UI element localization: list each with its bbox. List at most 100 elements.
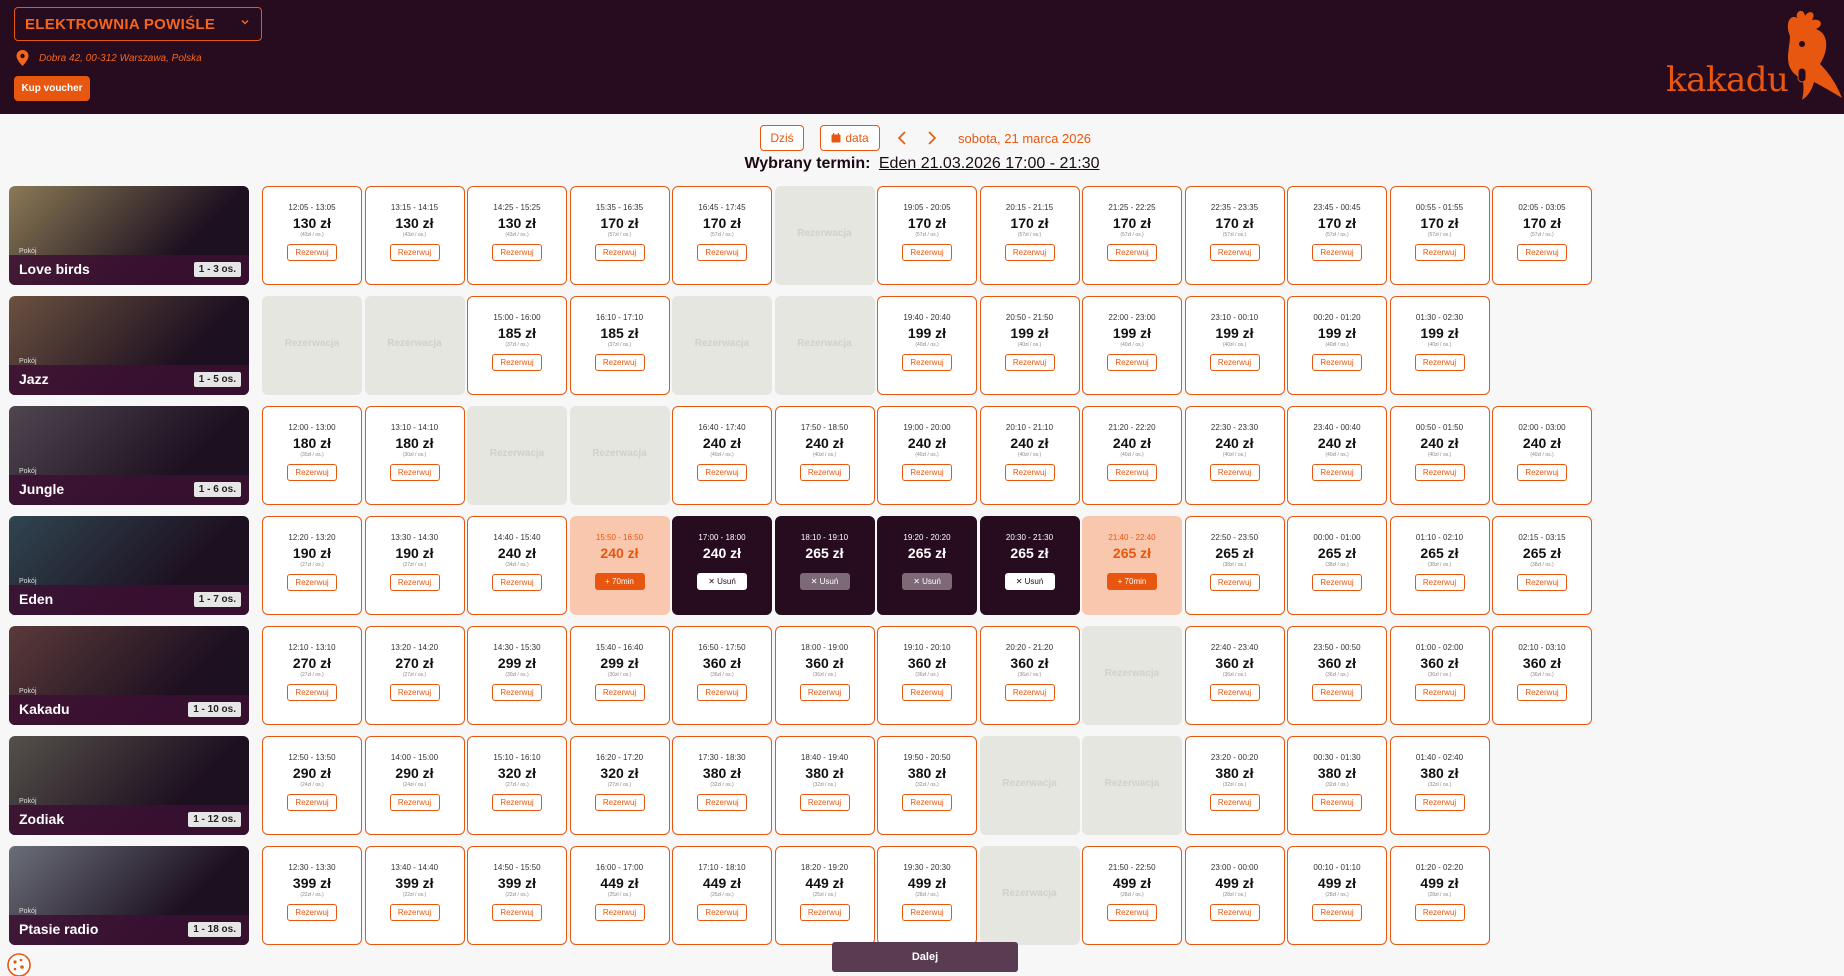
reserve-button[interactable]: Rezerwuj bbox=[1414, 354, 1465, 371]
time-slot[interactable]: 19:05 - 20:05 170 zł (57zł / os.) Rezerwuj bbox=[877, 186, 977, 285]
time-slot[interactable]: 00:55 - 01:55 170 zł (57zł / os.) Rezerwuj bbox=[1389, 186, 1490, 285]
reserve-button[interactable]: Rezerwuj bbox=[799, 464, 850, 481]
time-slot[interactable]: 16:50 - 17:50 360 zł (36zł / os.) Rezerwuj bbox=[672, 626, 772, 725]
time-slot[interactable]: 22:30 - 23:30 240 zł (40zł / os.) Rezerwuj bbox=[1184, 406, 1285, 505]
reserve-button[interactable]: Rezerwuj bbox=[1209, 574, 1260, 591]
time-slot[interactable]: 21:25 - 22:25 170 zł (57zł / os.) Rezerwuj bbox=[1082, 186, 1182, 285]
reserve-button[interactable]: Rezerwuj bbox=[902, 904, 952, 921]
reserve-button[interactable]: Rezerwuj bbox=[1414, 684, 1465, 701]
time-slot[interactable]: 19:50 - 20:50 380 zł (32zł / os.) Rezerwuj bbox=[877, 736, 977, 835]
time-slot[interactable]: 12:30 - 13:30 399 zł (22zł / os.) Rezerwuj bbox=[262, 846, 362, 945]
time-slot[interactable]: 16:20 - 17:20 320 zł (27zł / os.) Rezerwuj bbox=[569, 736, 670, 835]
time-slot[interactable]: 13:20 - 14:20 270 zł (27zł / os.) Rezerwuj bbox=[364, 626, 465, 725]
time-slot[interactable]: 16:00 - 17:00 449 zł (25zł / os.) Rezerwuj bbox=[569, 846, 670, 945]
time-slot[interactable]: 14:00 - 15:00 290 zł (24zł / os.) Rezerwuj bbox=[364, 736, 465, 835]
room-card[interactable]: Pokój Love birds 1 - 3 os. bbox=[9, 186, 249, 285]
reserve-button[interactable]: Rezerwuj bbox=[287, 464, 337, 481]
reserve-button[interactable]: Rezerwuj bbox=[1209, 244, 1260, 261]
reserve-button[interactable]: Rezerwuj bbox=[389, 684, 440, 701]
previous-day-button[interactable] bbox=[894, 128, 910, 148]
reserve-button[interactable]: Rezerwuj bbox=[1312, 684, 1362, 701]
time-slot[interactable]: 18:00 - 19:00 360 zł (36zł / os.) Rezerwuj bbox=[774, 626, 875, 725]
time-slot[interactable]: 14:25 - 15:25 130 zł (43zł / os.) Rezerwuj bbox=[467, 186, 567, 285]
reserve-button[interactable]: Rezerwuj bbox=[1312, 244, 1362, 261]
room-card[interactable]: Pokój Jungle 1 - 6 os. bbox=[9, 406, 249, 505]
reserve-button[interactable]: Rezerwuj bbox=[1517, 464, 1567, 481]
reserve-button[interactable]: Rezerwuj bbox=[1004, 684, 1055, 701]
reserve-button[interactable]: Rezerwuj bbox=[1517, 244, 1567, 261]
time-slot[interactable]: 01:00 - 02:00 360 zł (36zł / os.) Rezerwuj bbox=[1389, 626, 1490, 725]
reserve-button[interactable]: Rezerwuj bbox=[287, 904, 337, 921]
reserve-button[interactable]: Rezerwuj bbox=[492, 574, 542, 591]
time-slot[interactable]: 20:50 - 21:50 199 zł (40zł / os.) Rezerwuj bbox=[979, 296, 1080, 395]
time-slot[interactable]: 01:30 - 02:30 199 zł (40zł / os.) Rezerwuj bbox=[1389, 296, 1490, 395]
reserve-button[interactable]: Rezerwuj bbox=[1107, 354, 1157, 371]
reserve-button[interactable]: Rezerwuj bbox=[1004, 354, 1055, 371]
reserve-button[interactable]: Rezerwuj bbox=[1517, 574, 1567, 591]
reserve-button[interactable]: Rezerwuj bbox=[799, 904, 850, 921]
reserve-button[interactable]: Rezerwuj bbox=[697, 464, 747, 481]
time-slot[interactable]: 13:15 - 14:15 130 zł (43zł / os.) Rezerwuj bbox=[364, 186, 465, 285]
reserve-button[interactable]: Rezerwuj bbox=[697, 794, 747, 811]
time-slot[interactable]: 00:20 - 01:20 199 zł (40zł / os.) Rezerwuj bbox=[1287, 296, 1387, 395]
reserve-button[interactable]: Rezerwuj bbox=[902, 354, 952, 371]
reserve-button[interactable]: Rezerwuj bbox=[697, 684, 747, 701]
reserve-button[interactable]: Rezerwuj bbox=[1312, 904, 1362, 921]
reserve-button[interactable]: Rezerwuj bbox=[1414, 464, 1465, 481]
time-slot[interactable]: 18:20 - 19:20 449 zł (25zł / os.) Rezerwuj bbox=[774, 846, 875, 945]
reserve-button[interactable]: Rezerwuj bbox=[1209, 904, 1260, 921]
reserve-button[interactable]: Rezerwuj bbox=[492, 904, 542, 921]
time-slot[interactable]: 21:20 - 22:20 240 zł (40zł / os.) Rezerwuj bbox=[1082, 406, 1182, 505]
time-slot[interactable]: 14:50 - 15:50 399 zł (22zł / os.) Rezerwuj bbox=[467, 846, 567, 945]
reserve-button[interactable]: Rezerwuj bbox=[1312, 574, 1362, 591]
time-slot[interactable]: 15:10 - 16:10 320 zł (27zł / os.) Rezerwuj bbox=[467, 736, 567, 835]
time-slot[interactable]: 13:40 - 14:40 399 zł (22zł / os.) Rezerwuj bbox=[364, 846, 465, 945]
time-slot[interactable]: 17:30 - 18:30 380 zł (32zł / os.) Rezerwuj bbox=[672, 736, 772, 835]
time-slot[interactable]: 15:40 - 16:40 299 zł (30zł / os.) Rezerwuj bbox=[569, 626, 670, 725]
time-slot-extend[interactable]: 21:40 - 22:40 265 zł + 70min bbox=[1082, 516, 1182, 615]
time-slot[interactable]: 19:40 - 20:40 199 zł (40zł / os.) Rezerwuj bbox=[877, 296, 977, 395]
reserve-button[interactable]: Rezerwuj bbox=[1517, 684, 1567, 701]
time-slot[interactable]: 14:30 - 15:30 299 zł (30zł / os.) Rezerwuj bbox=[467, 626, 567, 725]
reserve-button[interactable]: Rezerwuj bbox=[1004, 464, 1055, 481]
remove-button[interactable]: ✕ Usuń bbox=[697, 573, 747, 590]
reserve-button[interactable]: Rezerwuj bbox=[594, 904, 645, 921]
time-slot[interactable]: 12:05 - 13:05 130 zł (43zł / os.) Rezerwuj bbox=[262, 186, 362, 285]
reserve-button[interactable]: Rezerwuj bbox=[1107, 244, 1157, 261]
reserve-button[interactable]: Rezerwuj bbox=[287, 684, 337, 701]
time-slot[interactable]: 22:00 - 23:00 199 zł (40zł / os.) Rezerwuj bbox=[1082, 296, 1182, 395]
reserve-button[interactable]: Rezerwuj bbox=[1209, 464, 1260, 481]
time-slot[interactable]: 19:00 - 20:00 240 zł (40zł / os.) Rezerwuj bbox=[877, 406, 977, 505]
time-slot[interactable]: 00:30 - 01:30 380 zł (32zł / os.) Rezerwuj bbox=[1287, 736, 1387, 835]
reserve-button[interactable]: Rezerwuj bbox=[1312, 464, 1362, 481]
time-slot-selected[interactable]: 19:20 - 20:20 265 zł ✕ Usuń bbox=[877, 516, 977, 615]
reserve-button[interactable]: Rezerwuj bbox=[287, 574, 337, 591]
time-slot[interactable]: 15:35 - 16:35 170 zł (57zł / os.) Rezerwuj bbox=[569, 186, 670, 285]
reserve-button[interactable]: Rezerwuj bbox=[594, 794, 645, 811]
time-slot[interactable]: 20:20 - 21:20 360 zł (36zł / os.) Rezerwuj bbox=[979, 626, 1080, 725]
time-slot-selected[interactable]: 17:00 - 18:00 240 zł ✕ Usuń bbox=[672, 516, 772, 615]
reserve-button[interactable]: Rezerwuj bbox=[492, 354, 542, 371]
time-slot[interactable]: 00:00 - 01:00 265 zł (38zł / os.) Rezerwuj bbox=[1287, 516, 1387, 615]
reserve-button[interactable]: Rezerwuj bbox=[1414, 904, 1465, 921]
reserve-button[interactable]: Rezerwuj bbox=[1312, 354, 1362, 371]
venue-select[interactable]: ELEKTROWNIA POWIŚLE bbox=[14, 7, 262, 41]
time-slot[interactable]: 23:10 - 00:10 199 zł (40zł / os.) Rezerwuj bbox=[1184, 296, 1285, 395]
remove-button[interactable]: ✕ Usuń bbox=[902, 573, 952, 590]
reserve-button[interactable]: Rezerwuj bbox=[902, 794, 952, 811]
reserve-button[interactable]: Rezerwuj bbox=[902, 244, 952, 261]
reserve-button[interactable]: Rezerwuj bbox=[1414, 794, 1465, 811]
time-slot[interactable]: 12:20 - 13:20 190 zł (27zł / os.) Rezerwuj bbox=[262, 516, 362, 615]
extend-70min-button[interactable]: + 70min bbox=[1107, 573, 1157, 590]
reserve-button[interactable]: Rezerwuj bbox=[799, 794, 850, 811]
time-slot[interactable]: 17:50 - 18:50 240 zł (40zł / os.) Rezerwuj bbox=[774, 406, 875, 505]
time-slot[interactable]: 00:50 - 01:50 240 zł (40zł / os.) Rezerwuj bbox=[1389, 406, 1490, 505]
reserve-button[interactable]: Rezerwuj bbox=[389, 464, 440, 481]
reserve-button[interactable]: Rezerwuj bbox=[389, 574, 440, 591]
time-slot[interactable]: 00:10 - 01:10 499 zł (28zł / os.) Rezerwuj bbox=[1287, 846, 1387, 945]
time-slot[interactable]: 18:40 - 19:40 380 zł (32zł / os.) Rezerwuj bbox=[774, 736, 875, 835]
time-slot[interactable]: 23:00 - 00:00 499 zł (28zł / os.) Rezerwuj bbox=[1184, 846, 1285, 945]
reserve-button[interactable]: Rezerwuj bbox=[1004, 244, 1055, 261]
reserve-button[interactable]: Rezerwuj bbox=[902, 464, 952, 481]
time-slot[interactable]: 23:40 - 00:40 240 zł (40zł / os.) Rezerwuj bbox=[1287, 406, 1387, 505]
